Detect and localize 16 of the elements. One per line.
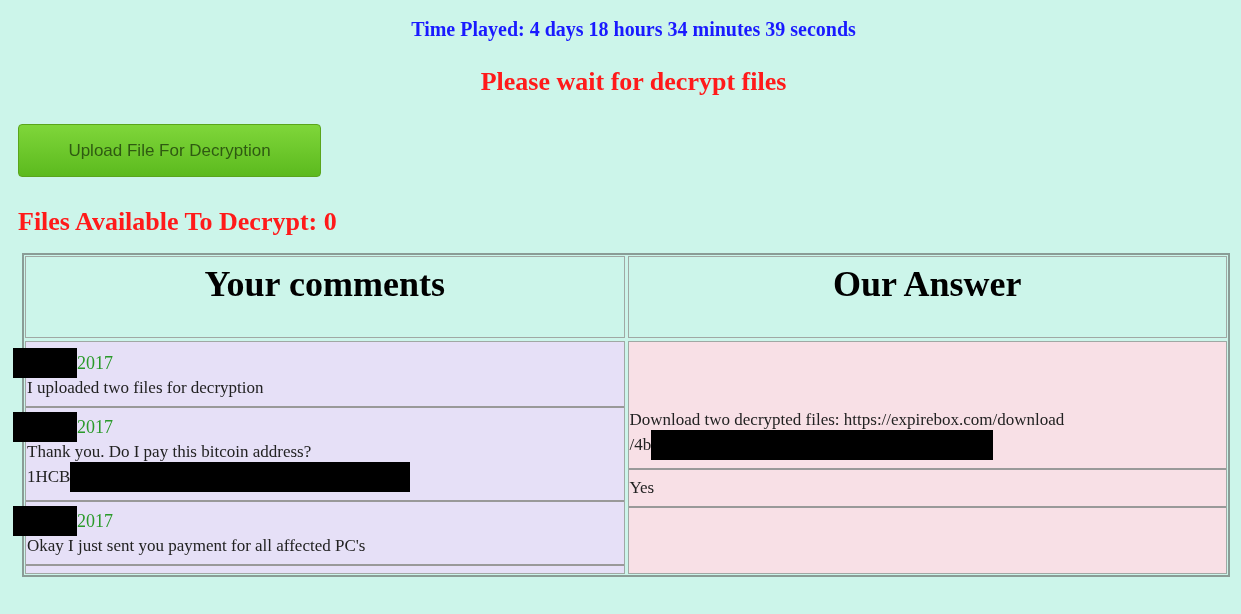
message-text: Thank you. Do I pay this bitcoin address? <box>27 442 312 462</box>
status-message: Please wait for decrypt files <box>480 67 787 97</box>
comment-date: 2017 <box>77 352 113 374</box>
column-header: Our Answer <box>833 263 1022 305</box>
column-header: Your comments <box>204 263 445 305</box>
comment-date: 2017 <box>77 416 113 438</box>
message-text: Okay I just sent you payment for all affected PC's <box>27 536 366 556</box>
message-text: I uploaded two files for decryption <box>27 378 264 398</box>
files-available: Files Available To Decrypt: 0 <box>18 207 338 237</box>
message-text: Yes <box>629 478 655 498</box>
message-text: 1HCB <box>27 467 71 487</box>
time-played: Time Played: 4 days 18 hours 34 minutes 39 seconds <box>411 18 856 41</box>
upload-button[interactable]: Upload File For Decryption <box>18 124 321 177</box>
message-text: Download two decrypted files: https://expirebox.com/download <box>629 410 1065 430</box>
comment-date: 2017 <box>77 510 113 532</box>
message-text: /4b <box>629 435 652 455</box>
